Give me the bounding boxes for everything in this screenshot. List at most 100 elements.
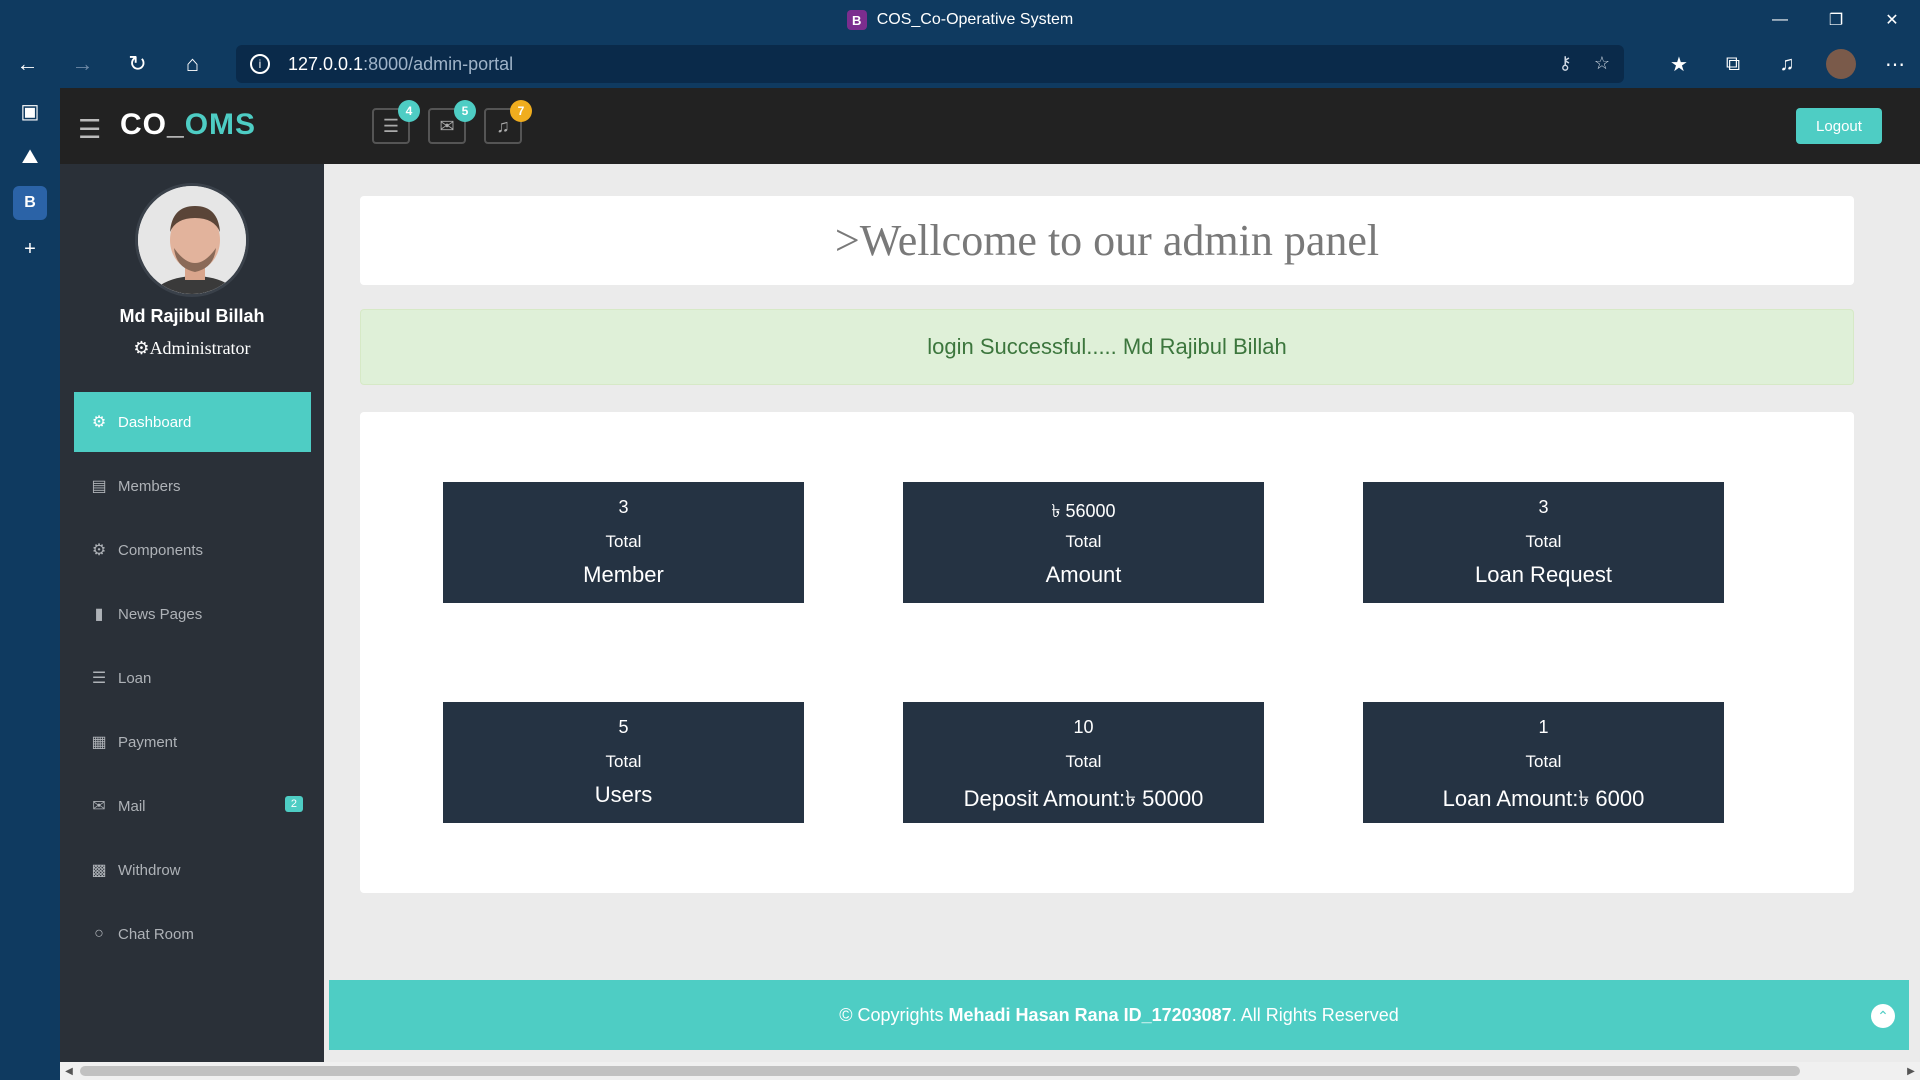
stat-total: Total: [1065, 752, 1102, 771]
desktop-icon: ▤: [91, 478, 107, 495]
profile-avatar[interactable]: [135, 183, 249, 297]
stat-label: Loan Amount:৳ 6000: [1442, 786, 1645, 811]
mail-badge: 2: [284, 796, 303, 812]
footer-suffix: . All Rights Reserved: [1231, 1004, 1399, 1025]
profile-role: ⚙Administrator: [133, 338, 251, 358]
window-controls: — ❐ ✕: [1752, 0, 1920, 40]
book-icon: ▮: [94, 606, 104, 623]
url-path: :8000/admin-portal: [363, 53, 514, 74]
footer: © Copyrights Mehadi Hasan Rana ID_172030…: [329, 980, 1909, 1050]
hamburger-menu-icon[interactable]: ☰: [78, 114, 101, 145]
sidebar-item-withdrow[interactable]: ▩ Withdrow: [74, 840, 311, 900]
browser-vertical-tabs: ▣ ⛰ B +: [0, 88, 60, 1080]
browser-profile-avatar[interactable]: [1826, 49, 1856, 79]
stat-value: 3: [1538, 497, 1549, 517]
stat-label: Amount: [1045, 562, 1122, 587]
sidebar-item-news-pages[interactable]: ▮ News Pages: [74, 584, 311, 644]
stat-card-amount[interactable]: ৳ 56000 Total Amount: [903, 482, 1264, 603]
horizontal-scrollbar[interactable]: ◀ ▶: [60, 1062, 1920, 1080]
stats-panel: 3 Total Member ৳ 56000 Total Amount 3 To…: [360, 412, 1854, 893]
stat-total: Total: [1525, 752, 1562, 771]
key-icon[interactable]: ⚷: [1559, 53, 1572, 74]
favorites-icon[interactable]: ★: [1664, 52, 1694, 77]
stat-card-loan-request[interactable]: 3 Total Loan Request: [1363, 482, 1724, 603]
bar-chart-icon: ▩: [91, 862, 107, 879]
stat-card-member[interactable]: 3 Total Member: [443, 482, 804, 603]
web-page: ☰ CO_OMS ☰ 4 ✉ 5 ♫ 7 Logout Md Rajibul Bill…: [60, 88, 1920, 1080]
browser-title-bar: B COS_Co-Operative System — ❐ ✕: [0, 0, 1920, 40]
scrollbar-thumb[interactable]: [80, 1066, 1800, 1076]
forward-icon[interactable]: →: [55, 40, 110, 88]
close-icon[interactable]: ✕: [1864, 0, 1920, 40]
sidebar-item-payment[interactable]: ▦ Payment: [74, 712, 311, 772]
sidebar-item-loan[interactable]: ☰ Loan: [74, 648, 311, 708]
more-menu-icon[interactable]: ⋯: [1880, 52, 1910, 77]
tasks-badge: 4: [398, 100, 420, 122]
browser-toolbar-icons: ★ ⧉ ♫ ⋯: [1664, 40, 1910, 88]
stat-card-deposit-amount[interactable]: 10 Total Deposit Amount:৳ 50000: [903, 702, 1264, 823]
tasks-icon[interactable]: ☰ 4: [372, 100, 420, 144]
logout-button[interactable]: Logout: [1796, 108, 1882, 144]
back-icon[interactable]: ←: [0, 40, 55, 88]
gear-icon: ⚙: [133, 338, 150, 358]
tasks-icon: ☰: [91, 670, 107, 687]
footer-prefix: © Copyrights: [839, 1004, 944, 1025]
restore-icon[interactable]: ❐: [1808, 0, 1864, 40]
sidebar-menu: ⚙ Dashboard ▤ Members ⚙ Components ▮ News Pa…: [74, 392, 311, 968]
tab-actions-icon[interactable]: ▣: [0, 88, 60, 134]
comments-icon: ○: [94, 925, 104, 942]
tab-active-b[interactable]: B: [0, 180, 60, 226]
tab-favicon: B: [846, 10, 867, 30]
envelope-icon[interactable]: ✉ 5: [428, 100, 476, 144]
stat-value: ৳ 56000: [1051, 501, 1116, 521]
collections-icon[interactable]: ⧉: [1718, 53, 1748, 76]
cogs-icon: ⚙: [91, 542, 107, 559]
sidebar-item-members[interactable]: ▤ Members: [74, 456, 311, 516]
stat-total: Total: [605, 532, 642, 551]
stat-value: 10: [1073, 717, 1094, 737]
home-icon[interactable]: ⌂: [165, 40, 220, 88]
login-success-alert: login Successful..... Md Rajibul Billah: [360, 309, 1854, 385]
stat-value: 5: [618, 717, 629, 737]
scroll-to-top-icon[interactable]: ⌃: [1871, 1004, 1895, 1028]
dashboard-icon: ⚙: [91, 414, 107, 431]
add-favorite-icon[interactable]: ☆: [1594, 53, 1610, 74]
stat-card-loan-amount[interactable]: 1 Total Loan Amount:৳ 6000: [1363, 702, 1724, 823]
grid-icon: ▦: [91, 734, 107, 751]
address-bar[interactable]: i 127.0.0.1:8000/admin-portal ⚷ ☆: [236, 45, 1624, 83]
scroll-right-icon[interactable]: ▶: [1902, 1062, 1920, 1080]
stat-label: Loan Request: [1475, 562, 1612, 587]
sidebar-item-mail[interactable]: ✉ Mail 2: [74, 776, 311, 836]
info-icon[interactable]: i: [250, 54, 270, 74]
app-header: ☰ CO_OMS ☰ 4 ✉ 5 ♫ 7 Logout: [60, 88, 1920, 164]
welcome-heading: >Wellcome to our admin panel: [360, 196, 1854, 285]
stat-card-users[interactable]: 5 Total Users: [443, 702, 804, 823]
footer-author: Mehadi Hasan Rana ID_17203087: [948, 1004, 1232, 1025]
tab-ship-icon[interactable]: ⛰: [0, 134, 60, 180]
stat-total: Total: [1525, 532, 1562, 551]
tab-title: COS_Co-Operative System: [876, 11, 1074, 28]
notifications-bell-icon[interactable]: ♫: [1772, 53, 1802, 76]
sidebar-item-components[interactable]: ⚙ Components: [74, 520, 311, 580]
app-logo[interactable]: CO_OMS: [120, 108, 256, 142]
envelope-icon: ✉: [92, 798, 106, 815]
scroll-left-icon[interactable]: ◀: [60, 1062, 78, 1080]
notifications-badge: 7: [510, 100, 532, 122]
sidebar: Md Rajibul Billah ⚙Administrator ⚙ Dashbo…: [60, 164, 324, 1080]
sidebar-item-dashboard[interactable]: ⚙ Dashboard: [74, 392, 311, 452]
profile-name: Md Rajibul Billah: [119, 306, 265, 326]
new-tab-icon[interactable]: +: [0, 226, 60, 272]
url-host: 127.0.0.1: [288, 53, 364, 74]
stat-value: 1: [1538, 717, 1549, 737]
stat-label: Users: [594, 782, 653, 807]
bell-icon[interactable]: ♫ 7: [484, 100, 532, 144]
stat-total: Total: [605, 752, 642, 771]
messages-badge: 5: [454, 100, 476, 122]
refresh-icon[interactable]: ↻: [110, 40, 165, 88]
sidebar-item-chat-room[interactable]: ○ Chat Room: [74, 904, 311, 964]
minimize-icon[interactable]: —: [1752, 0, 1808, 40]
stat-label: Deposit Amount:৳ 50000: [963, 786, 1204, 811]
stat-label: Member: [583, 562, 664, 587]
stat-value: 3: [618, 497, 629, 517]
stat-total: Total: [1065, 532, 1102, 551]
